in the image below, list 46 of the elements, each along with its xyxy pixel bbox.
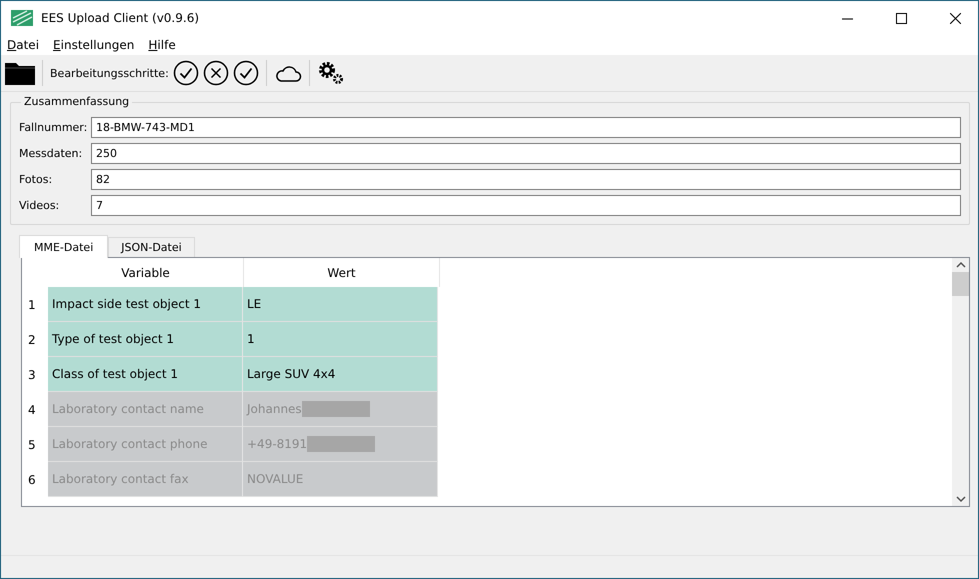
table-cell: Impact side test object 1: [48, 287, 243, 322]
table-cell: Johannes: [243, 392, 438, 427]
redaction-bar: [307, 436, 376, 452]
group-title: Zusammenfassung: [21, 95, 132, 108]
table-cell: Class of test object 1: [48, 357, 243, 392]
menu-item[interactable]: Hilfe: [148, 38, 176, 52]
menu-item[interactable]: Datei: [7, 38, 40, 52]
table-cell: +49-8191: [243, 427, 438, 462]
menu-item[interactable]: Einstellungen: [53, 38, 134, 52]
table-cell: 1: [243, 322, 438, 357]
row-number: 6: [27, 472, 37, 488]
scrollbar[interactable]: [952, 258, 969, 506]
gears-icon[interactable]: [316, 60, 345, 86]
window-title: EES Upload Client (v0.9.6): [41, 11, 200, 25]
row-number: 3: [27, 366, 37, 384]
input-field[interactable]: 82: [91, 169, 961, 190]
scroll-thumb[interactable]: [952, 272, 969, 296]
tab[interactable]: MME-Datei: [19, 235, 108, 258]
row-number: 4: [27, 402, 37, 418]
row-number: 5: [27, 436, 37, 454]
app-logo-icon: [11, 10, 33, 26]
field-label: Videos:: [19, 199, 60, 212]
close-icon[interactable]: [950, 12, 960, 24]
table-cell: Large SUV 4x4: [243, 357, 438, 392]
steps-label: Bearbeitungsschritte:: [50, 66, 169, 80]
cross-circle-icon[interactable]: [202, 60, 229, 86]
row-number: 2: [27, 332, 37, 348]
table-cell: Type of test object 1: [48, 322, 243, 357]
folder-icon[interactable]: [5, 61, 35, 85]
field-label: Messdaten:: [19, 147, 84, 160]
table-cell: LE: [243, 287, 438, 322]
tab[interactable]: JSON-Datei: [108, 237, 195, 257]
field-label: Fallnummer:: [19, 121, 87, 134]
table-cell: Laboratory contact phone: [48, 427, 243, 462]
table-cell: NOVALUE: [243, 462, 438, 497]
table-cell: Laboratory contact fax: [48, 462, 243, 497]
input-field[interactable]: 7: [91, 195, 961, 216]
table-cell: Laboratory contact name: [48, 392, 243, 427]
row-number: 1: [27, 296, 37, 314]
redaction-bar: [302, 401, 370, 417]
input-field[interactable]: 18-BMW-743-MD1: [91, 117, 961, 138]
maximize-icon[interactable]: [896, 12, 906, 24]
input-field[interactable]: 250: [91, 143, 961, 164]
check-circle-icon[interactable]: [232, 60, 259, 86]
field-label: Fotos:: [19, 173, 54, 186]
check-circle-icon[interactable]: [172, 60, 199, 86]
